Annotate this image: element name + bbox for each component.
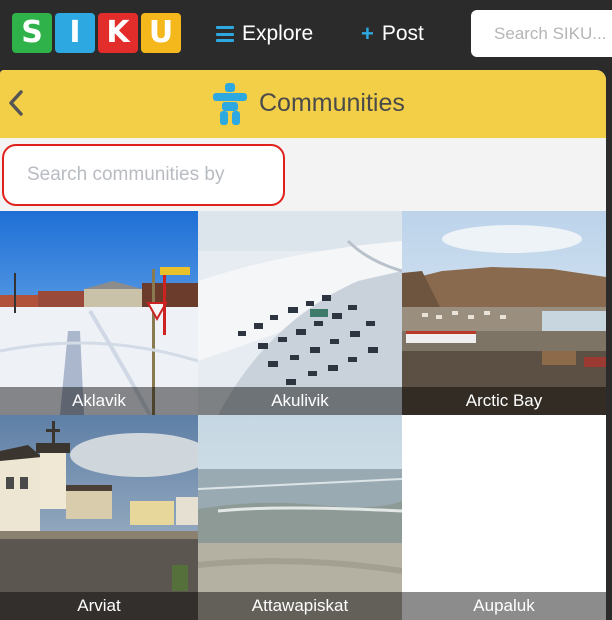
plus-icon: + [361,21,374,46]
community-search-input[interactable] [2,144,285,206]
back-button[interactable] [4,88,28,118]
explore-label: Explore [242,22,314,45]
page-title: Communities [259,89,405,117]
community-tile-akulivik[interactable]: Akulivik [198,211,402,415]
siku-logo[interactable]: S I K U [12,13,181,53]
community-name: Akulivik [198,387,402,415]
community-photo [0,211,198,415]
scrollbar-track[interactable] [606,70,612,620]
top-navigation-bar: S I K U Explore + Post [0,0,612,70]
community-tile-aklavik[interactable]: Aklavik [0,211,198,415]
community-tile-aupaluk[interactable]: Aupaluk [402,415,606,620]
panel-header: Communities [0,70,606,138]
communities-panel: Communities Aklavik [0,70,606,620]
community-tile-arctic-bay[interactable]: Arctic Bay [402,211,606,415]
logo-letter-i: I [55,13,95,53]
logo-letter-s: S [12,13,52,53]
logo-letter-u: U [141,13,181,53]
community-tile-attawapiskat[interactable]: Attawapiskat [198,415,402,620]
community-photo [402,211,606,415]
post-label: Post [381,22,424,45]
explore-menu-link[interactable]: Explore [216,20,313,48]
community-tile-arviat[interactable]: Arviat [0,415,198,620]
chevron-left-icon [9,90,23,116]
community-name: Attawapiskat [198,592,402,620]
community-name: Aklavik [0,387,198,415]
community-name: Aupaluk [402,592,606,620]
hamburger-icon [216,26,234,42]
community-photo [198,415,402,620]
logo-letter-k: K [98,13,138,53]
community-photo [198,211,402,415]
post-link[interactable]: + Post [361,20,424,48]
community-name: Arviat [0,592,198,620]
community-photo [0,415,198,620]
inukshuk-icon [213,83,247,125]
site-search-input[interactable] [471,10,612,57]
community-name: Arctic Bay [402,387,606,415]
